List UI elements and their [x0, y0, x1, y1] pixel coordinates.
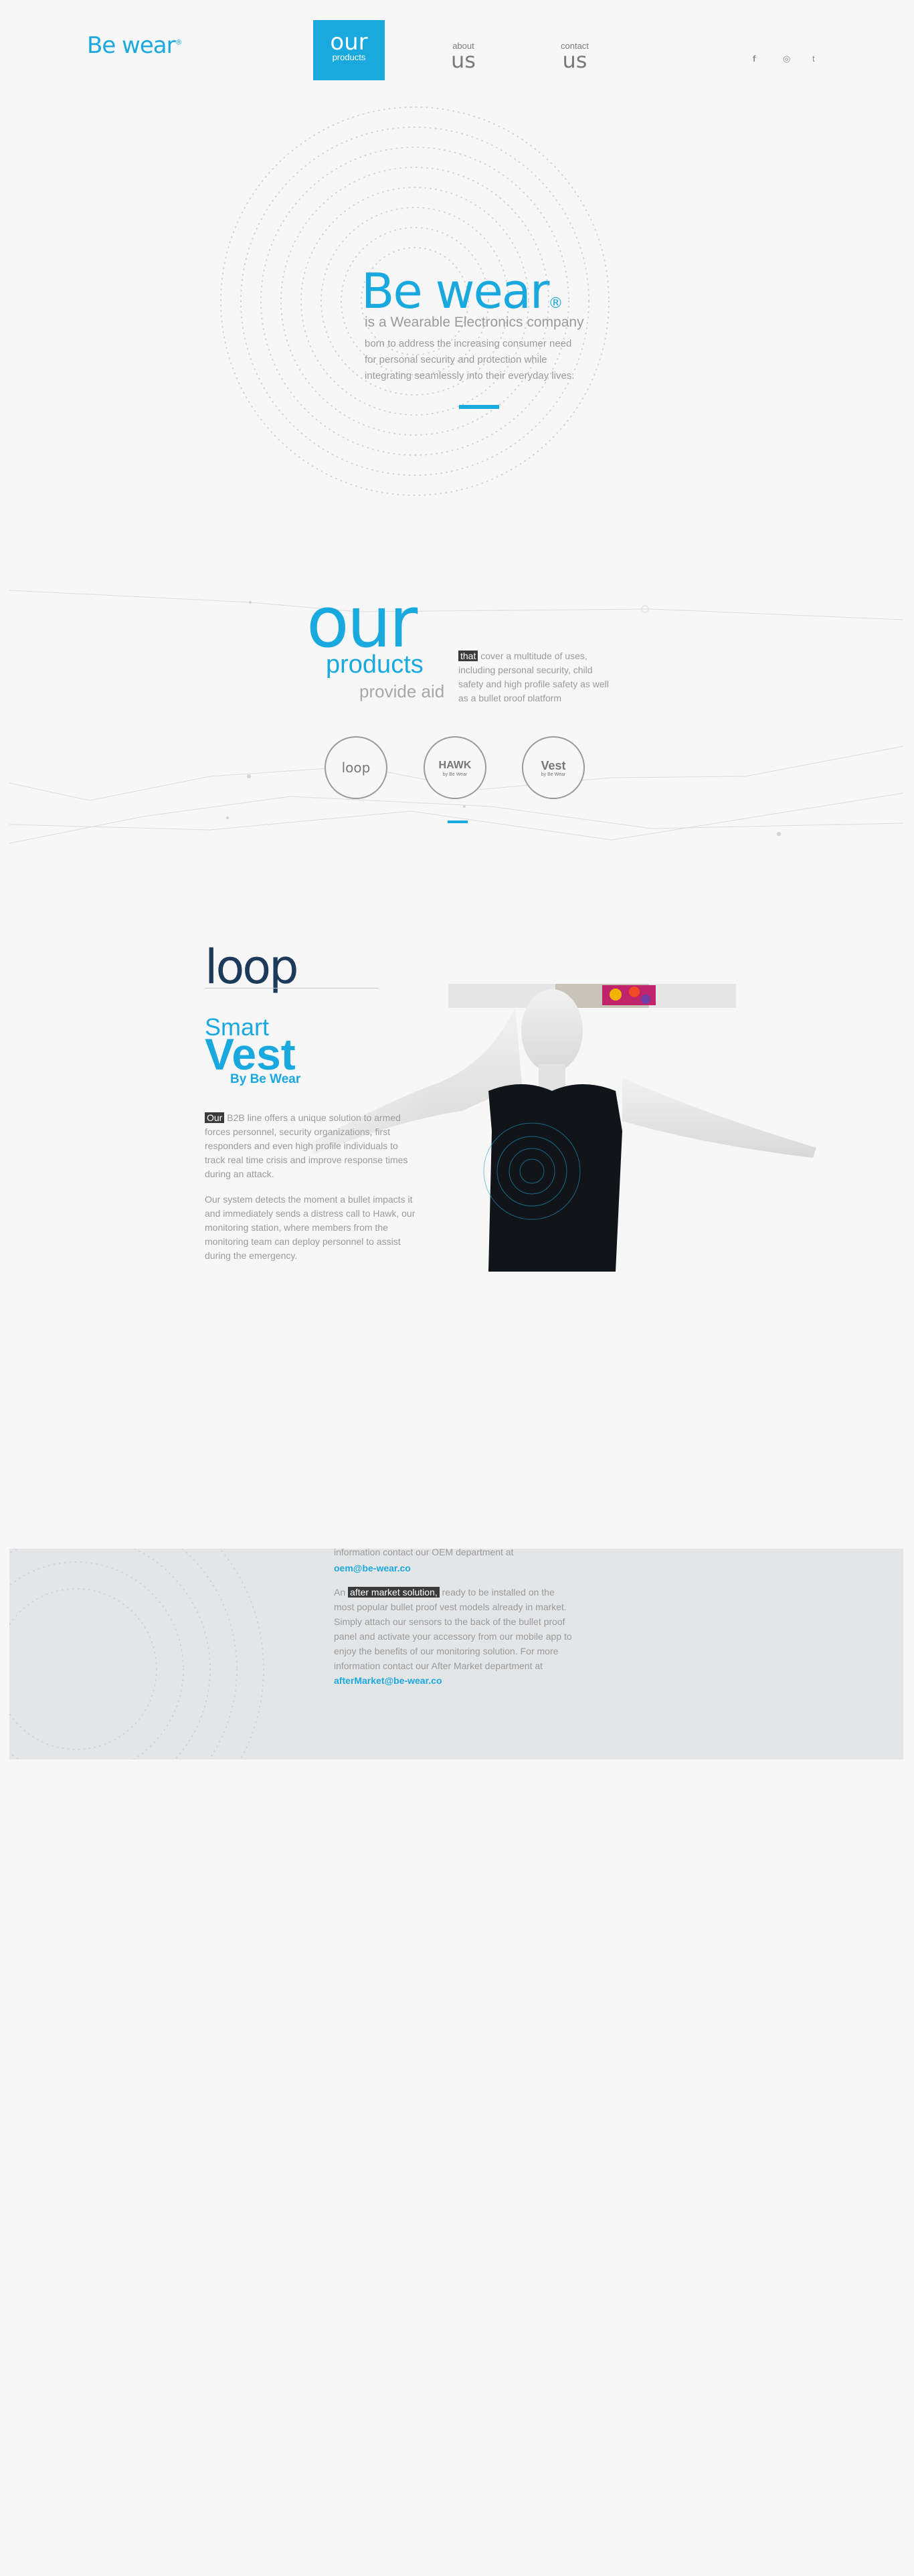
twitter-icon[interactable]: t [812, 54, 815, 64]
nav-contact-us-big: us [562, 48, 587, 73]
products-title-our: our [306, 582, 418, 663]
hero-title-text: Be wear [361, 263, 549, 319]
products-title-products: products [326, 651, 424, 679]
product-hawk-label: HAWK [438, 759, 472, 771]
vest-paragraph-1: Our B2B line offers a unique solution to… [205, 1111, 419, 1181]
facebook-icon[interactable]: f [753, 54, 755, 64]
brand-logo-text: Be wear [87, 32, 176, 59]
product-hawk-sub: by Be Wear [442, 772, 468, 777]
product-vest-button[interactable]: Vest by Be Wear [522, 736, 585, 799]
brand-logo[interactable]: Be wear® [87, 32, 183, 59]
aftermarket-highlight: after market solution, [348, 1587, 440, 1598]
vest-title-vest: Vest [205, 1029, 296, 1079]
product-loop-label: loop [341, 760, 371, 776]
vest-paragraph-2: Our system detects the moment a bullet i… [205, 1194, 416, 1261]
vest-paragraph-1-text: B2B line offers a unique solution to arm… [205, 1112, 408, 1179]
nav-about-us[interactable]: about us [451, 41, 476, 73]
product-hawk-button[interactable]: HAWK by Be Wear [424, 736, 486, 799]
product-vest-label: Vest [541, 758, 566, 772]
hero-title-reg: ® [548, 295, 563, 312]
loop-logo: loop [205, 940, 299, 995]
nav-contact-us[interactable]: contact us [561, 41, 589, 73]
products-intro-highlight: that [458, 651, 478, 661]
products-accent-bar [448, 821, 468, 823]
products-intro-rest: cover a multitude of uses, including per… [458, 651, 609, 701]
loop-divider [205, 988, 379, 989]
hero-accent-bar [459, 405, 499, 409]
vest-paragraph-1-highlight: Our [205, 1112, 225, 1123]
oem-email-link[interactable]: oem@be-wear.co [334, 1561, 575, 1575]
nav-our-products-small: products [332, 52, 366, 62]
products-intro-text: that cover a multitude of uses, includin… [458, 649, 612, 701]
aftermarket-prefix: An [334, 1587, 346, 1598]
products-title-provide-aid: provide aid [359, 681, 445, 701]
vest-title-by: By Be Wear [230, 1072, 301, 1086]
nav-our-products-big: our [330, 29, 368, 56]
product-loop-button[interactable]: loop [325, 736, 387, 799]
aftermarket-paragraph: An after market solution, ready to be in… [334, 1585, 575, 1688]
hero-description: born to address the increasing consumer … [365, 338, 575, 381]
instagram-icon[interactable]: ◎ [783, 54, 790, 64]
products-network-lines [9, 590, 903, 844]
nav-about-us-big: us [451, 48, 476, 73]
brand-logo-reg: ® [175, 37, 183, 47]
hero-tagline: is a Wearable Electronics company [365, 315, 584, 330]
aftermarket-band: information contact our OEM department a… [9, 1549, 903, 1759]
nav-our-products[interactable]: our products [313, 20, 385, 80]
aftermarket-body: ready to be installed on the most popula… [334, 1587, 572, 1671]
product-vest-sub: by Be Wear [541, 772, 566, 777]
oem-contact-line: information contact our OEM department a… [334, 1549, 514, 1557]
aftermarket-email-link[interactable]: afterMarket@be-wear.co [334, 1675, 442, 1686]
